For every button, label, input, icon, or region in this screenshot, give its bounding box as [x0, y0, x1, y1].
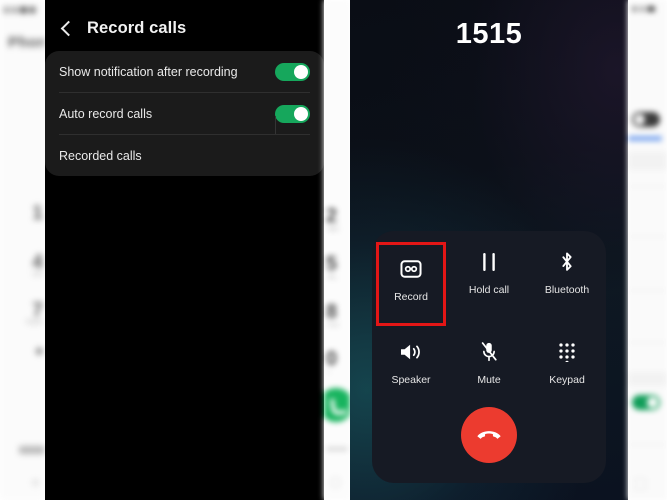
blurred-link[interactable] — [628, 136, 662, 141]
blurred-dialpad-strip-middle: 2 ABC 5 JKL 8 TUV 0 + — [324, 0, 350, 500]
toggle-knob — [294, 106, 308, 121]
blurred-settings-strip-right — [628, 0, 667, 500]
blurred-dialpad-digit: 4 — [32, 252, 43, 273]
call-control-speaker[interactable]: Speaker — [372, 335, 450, 403]
call-control-label: Keypad — [549, 374, 585, 386]
blurred-dialpad-sub: PQRS — [25, 320, 43, 326]
blurred-divider — [628, 444, 667, 445]
blurred-divider — [628, 290, 667, 291]
screenshot-root: Phone 1 4 GHI 7 PQRS * Record calls Show… — [0, 0, 667, 500]
blurred-divider — [628, 186, 667, 187]
call-control-bluetooth[interactable]: Bluetooth — [528, 245, 606, 313]
blurred-toggle-on[interactable] — [632, 395, 660, 410]
microphone-muted-icon — [479, 335, 499, 369]
setting-label: Show notification after recording — [59, 64, 238, 79]
call-control-label: Speaker — [391, 374, 431, 386]
blurred-dialpad-digit: 7 — [32, 300, 43, 321]
blurred-dialpad-digit: 8 — [326, 301, 338, 323]
toggle-separator — [275, 115, 276, 134]
call-control-keypad[interactable]: Keypad — [528, 335, 606, 403]
back-chevron-icon[interactable] — [57, 19, 75, 37]
call-controls-grid: Record Hold call Bluetooth Speaker Mute … — [372, 242, 606, 403]
blurred-dialer-strip-left: Phone 1 4 GHI 7 PQRS * — [0, 0, 45, 500]
status-bar-icons — [4, 6, 38, 13]
setting-row-auto-record[interactable]: Auto record calls — [45, 93, 324, 134]
end-call-handset-icon — [475, 425, 503, 446]
blurred-app-title: Phone — [8, 34, 45, 51]
settings-header: Record calls — [45, 10, 186, 46]
in-call-panel: 1515 Record Hold call Bluetooth Speaker … — [350, 0, 628, 500]
blurred-nav-dot — [32, 479, 39, 486]
status-bar-icons — [632, 6, 655, 12]
blurred-dialpad-digit: 0 — [326, 348, 338, 370]
blurred-band — [628, 152, 667, 170]
call-number: 1515 — [455, 18, 523, 50]
setting-label: Recorded calls — [59, 148, 142, 163]
speaker-icon — [399, 335, 423, 369]
blurred-bottom-bar — [326, 447, 348, 451]
bluetooth-icon — [558, 245, 576, 279]
call-control-record[interactable]: Record — [376, 242, 446, 326]
pause-icon — [480, 245, 498, 279]
blurred-dialpad-sub: ABC — [327, 227, 340, 233]
toggle-knob — [294, 64, 308, 79]
blurred-bottom-bar — [19, 446, 45, 454]
blurred-dialpad-sub: TUV — [327, 323, 339, 329]
call-control-hold-call[interactable]: Hold call — [450, 245, 528, 313]
blurred-dialpad-sub: + — [327, 370, 331, 376]
setting-row-show-notification[interactable]: Show notification after recording — [45, 51, 324, 92]
call-control-label: Hold call — [468, 284, 510, 296]
call-control-label: Record — [394, 291, 428, 303]
settings-card: Show notification after recording Auto r… — [45, 51, 324, 176]
blurred-nav-square — [634, 478, 646, 490]
blurred-toggle-off[interactable] — [632, 112, 660, 127]
dialpad-icon — [558, 335, 576, 369]
blurred-dialpad-sub: GHI — [32, 272, 43, 278]
blurred-dialpad-digit: * — [35, 345, 43, 366]
blurred-dialpad-digit: 1 — [32, 203, 43, 224]
blurred-dialpad-digit: 2 — [326, 205, 338, 227]
blurred-divider — [628, 342, 667, 343]
blurred-dialpad-sub: JKL — [327, 275, 338, 281]
call-controls-card: Record Hold call Bluetooth Speaker Mute … — [372, 231, 606, 483]
call-control-label: Bluetooth — [544, 284, 590, 296]
blurred-nav-circle — [330, 477, 341, 488]
blurred-divider — [628, 236, 667, 237]
toggle-show-notification[interactable] — [275, 62, 310, 81]
blurred-dialpad-digit: 5 — [326, 253, 338, 275]
page-title: Record calls — [87, 18, 187, 37]
call-control-label: Mute — [477, 374, 501, 386]
cassette-record-icon — [400, 252, 422, 286]
setting-row-recorded-calls[interactable]: Recorded calls — [45, 135, 324, 176]
green-call-icon[interactable] — [324, 388, 350, 422]
end-call-button[interactable] — [461, 407, 517, 463]
call-control-mute[interactable]: Mute — [450, 335, 528, 403]
blurred-band — [628, 372, 667, 386]
setting-label: Auto record calls — [59, 106, 153, 121]
toggle-auto-record-calls[interactable] — [275, 104, 310, 134]
record-calls-settings-panel: Record calls Show notification after rec… — [45, 0, 324, 500]
